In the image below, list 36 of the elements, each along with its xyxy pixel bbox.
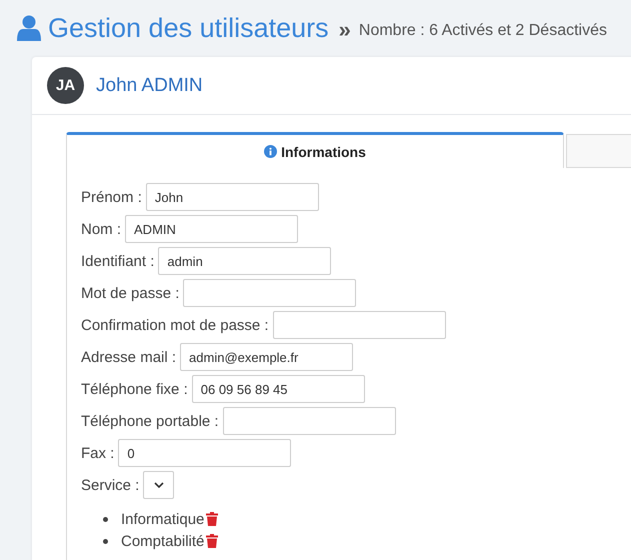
field-label: Mot de passe : — [81, 284, 180, 302]
field-label: Nom : — [81, 220, 122, 238]
field-label: Service : — [81, 476, 140, 494]
user-name: John ADMIN — [96, 74, 203, 96]
bullet-icon — [103, 538, 108, 544]
input-field[interactable]: admin@exemple.fr — [180, 343, 354, 371]
input-field[interactable] — [183, 279, 356, 307]
trash-icon[interactable] — [206, 512, 218, 526]
input-field[interactable]: 0 — [118, 439, 292, 467]
avatar: JA — [47, 67, 84, 104]
field-label: Identifiant : — [81, 252, 154, 270]
user-count-summary: Nombre : 6 Activés et 2 Désactivés — [358, 22, 607, 40]
input-field[interactable]: admin — [158, 247, 332, 275]
service-name: Comptabilité — [121, 532, 204, 550]
field-label: Fax : — [81, 444, 114, 462]
field-label: Prénom : — [81, 188, 142, 206]
tab[interactable] — [566, 134, 631, 168]
tab[interactable]: Informations — [66, 132, 564, 168]
info-icon — [264, 145, 278, 158]
user-icon — [17, 15, 41, 41]
caret-icon — [154, 482, 164, 488]
input-field[interactable]: 06 09 56 89 45 — [192, 375, 365, 403]
field-label: Téléphone portable : — [81, 412, 219, 430]
input-field[interactable]: John — [146, 183, 319, 211]
input-field[interactable]: ADMIN — [125, 215, 298, 243]
field-label: Téléphone fixe : — [81, 380, 188, 398]
service-name: Informatique — [121, 510, 204, 528]
service-dropdown[interactable] — [143, 471, 174, 499]
page-title: Gestion des utilisateurs — [48, 12, 329, 44]
trash-icon[interactable] — [206, 534, 218, 548]
input-field[interactable] — [222, 407, 396, 435]
input-field[interactable] — [272, 311, 446, 339]
bullet-icon — [103, 516, 108, 522]
field-label: Confirmation mot de passe : — [81, 316, 269, 334]
breadcrumb-separator: » — [338, 17, 351, 43]
field-label: Adresse mail : — [81, 348, 176, 366]
